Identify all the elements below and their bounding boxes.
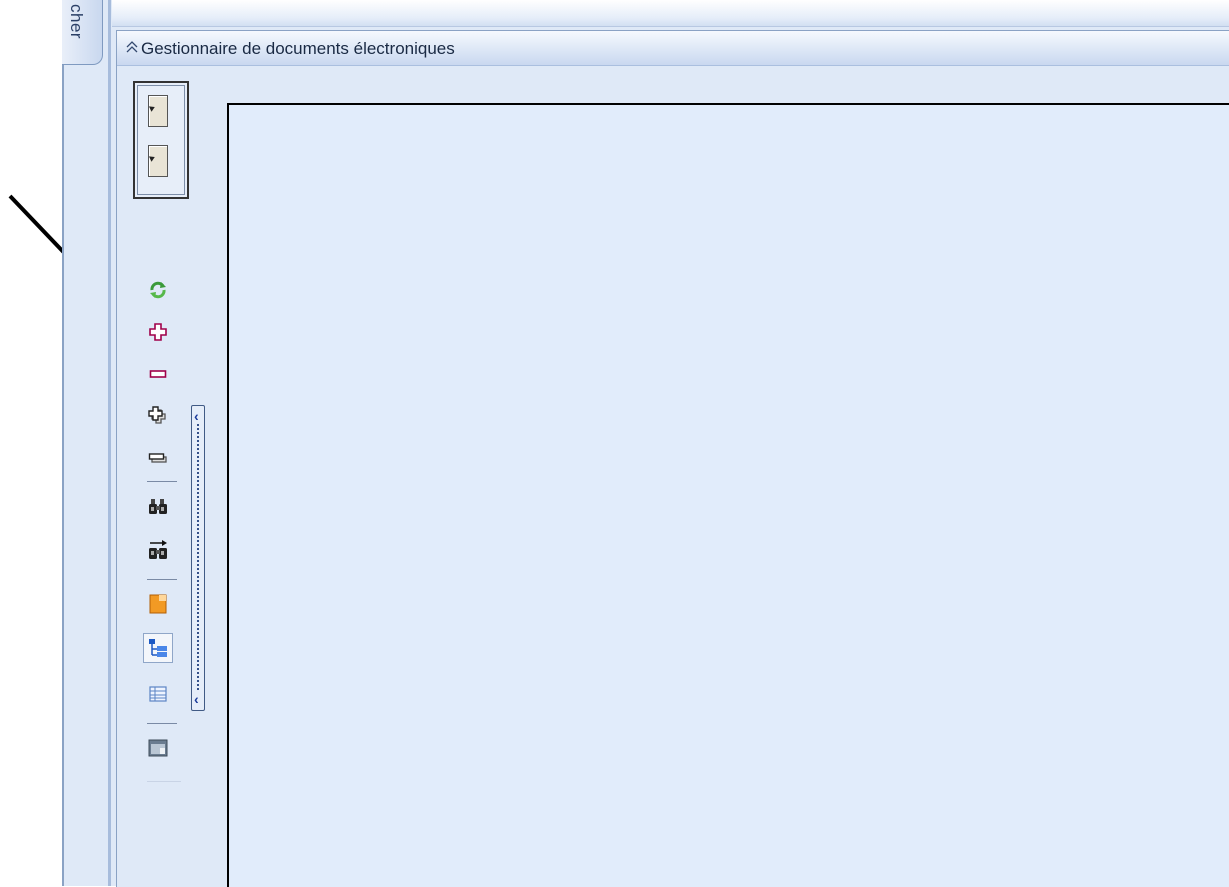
vertical-toolbar bbox=[139, 269, 181, 809]
search-next-button[interactable] bbox=[143, 535, 173, 565]
toolbar-separator bbox=[147, 723, 177, 724]
document-button[interactable] bbox=[143, 589, 173, 619]
toolbar-separator bbox=[147, 481, 177, 482]
document-content-area[interactable] bbox=[227, 103, 1229, 887]
document-manager-panel: Gestionnaire de documents électroniques bbox=[116, 30, 1229, 887]
remove-multiple-button[interactable] bbox=[143, 443, 173, 473]
chevron-left-icon[interactable]: ‹ bbox=[194, 692, 199, 706]
table-view-button[interactable] bbox=[143, 679, 173, 709]
orange-document-icon bbox=[149, 594, 167, 614]
inner-rail bbox=[108, 0, 111, 886]
plus-icon bbox=[149, 323, 167, 341]
add-button[interactable] bbox=[143, 317, 173, 347]
tree-view-button[interactable] bbox=[143, 633, 173, 663]
side-tab[interactable]: cher bbox=[62, 0, 103, 65]
binoculars-next-icon bbox=[149, 540, 167, 559]
binoculars-icon bbox=[149, 499, 167, 514]
mini-field-bottom[interactable] bbox=[148, 145, 168, 177]
splitter-grip bbox=[197, 424, 201, 690]
chevron-left-icon[interactable]: ‹ bbox=[194, 409, 199, 423]
panel-header[interactable]: Gestionnaire de documents électroniques bbox=[117, 31, 1229, 66]
toolbar-separator bbox=[147, 579, 177, 580]
collapse-chevron-up-icon[interactable] bbox=[125, 40, 139, 54]
toolbar-separator bbox=[147, 781, 181, 782]
minus-multiple-icon bbox=[148, 453, 167, 463]
table-view-icon bbox=[149, 686, 167, 702]
preview-button[interactable] bbox=[143, 733, 173, 763]
plus-multiple-icon bbox=[148, 406, 166, 424]
refresh-button[interactable] bbox=[143, 275, 173, 305]
search-button[interactable] bbox=[143, 491, 173, 521]
side-tab-label: cher bbox=[67, 4, 86, 40]
refresh-icon bbox=[150, 281, 166, 299]
top-strip bbox=[112, 0, 1229, 27]
add-multiple-button[interactable] bbox=[143, 401, 173, 431]
tree-view-icon bbox=[149, 639, 167, 657]
minus-icon bbox=[149, 370, 167, 378]
mini-field-group bbox=[133, 81, 189, 199]
remove-button[interactable] bbox=[143, 359, 173, 389]
preview-window-icon bbox=[148, 739, 168, 757]
toolbar-splitter-handle[interactable]: ‹ ‹ bbox=[191, 405, 205, 711]
mini-field-top[interactable] bbox=[148, 95, 168, 127]
panel-title: Gestionnaire de documents électroniques bbox=[141, 39, 455, 58]
